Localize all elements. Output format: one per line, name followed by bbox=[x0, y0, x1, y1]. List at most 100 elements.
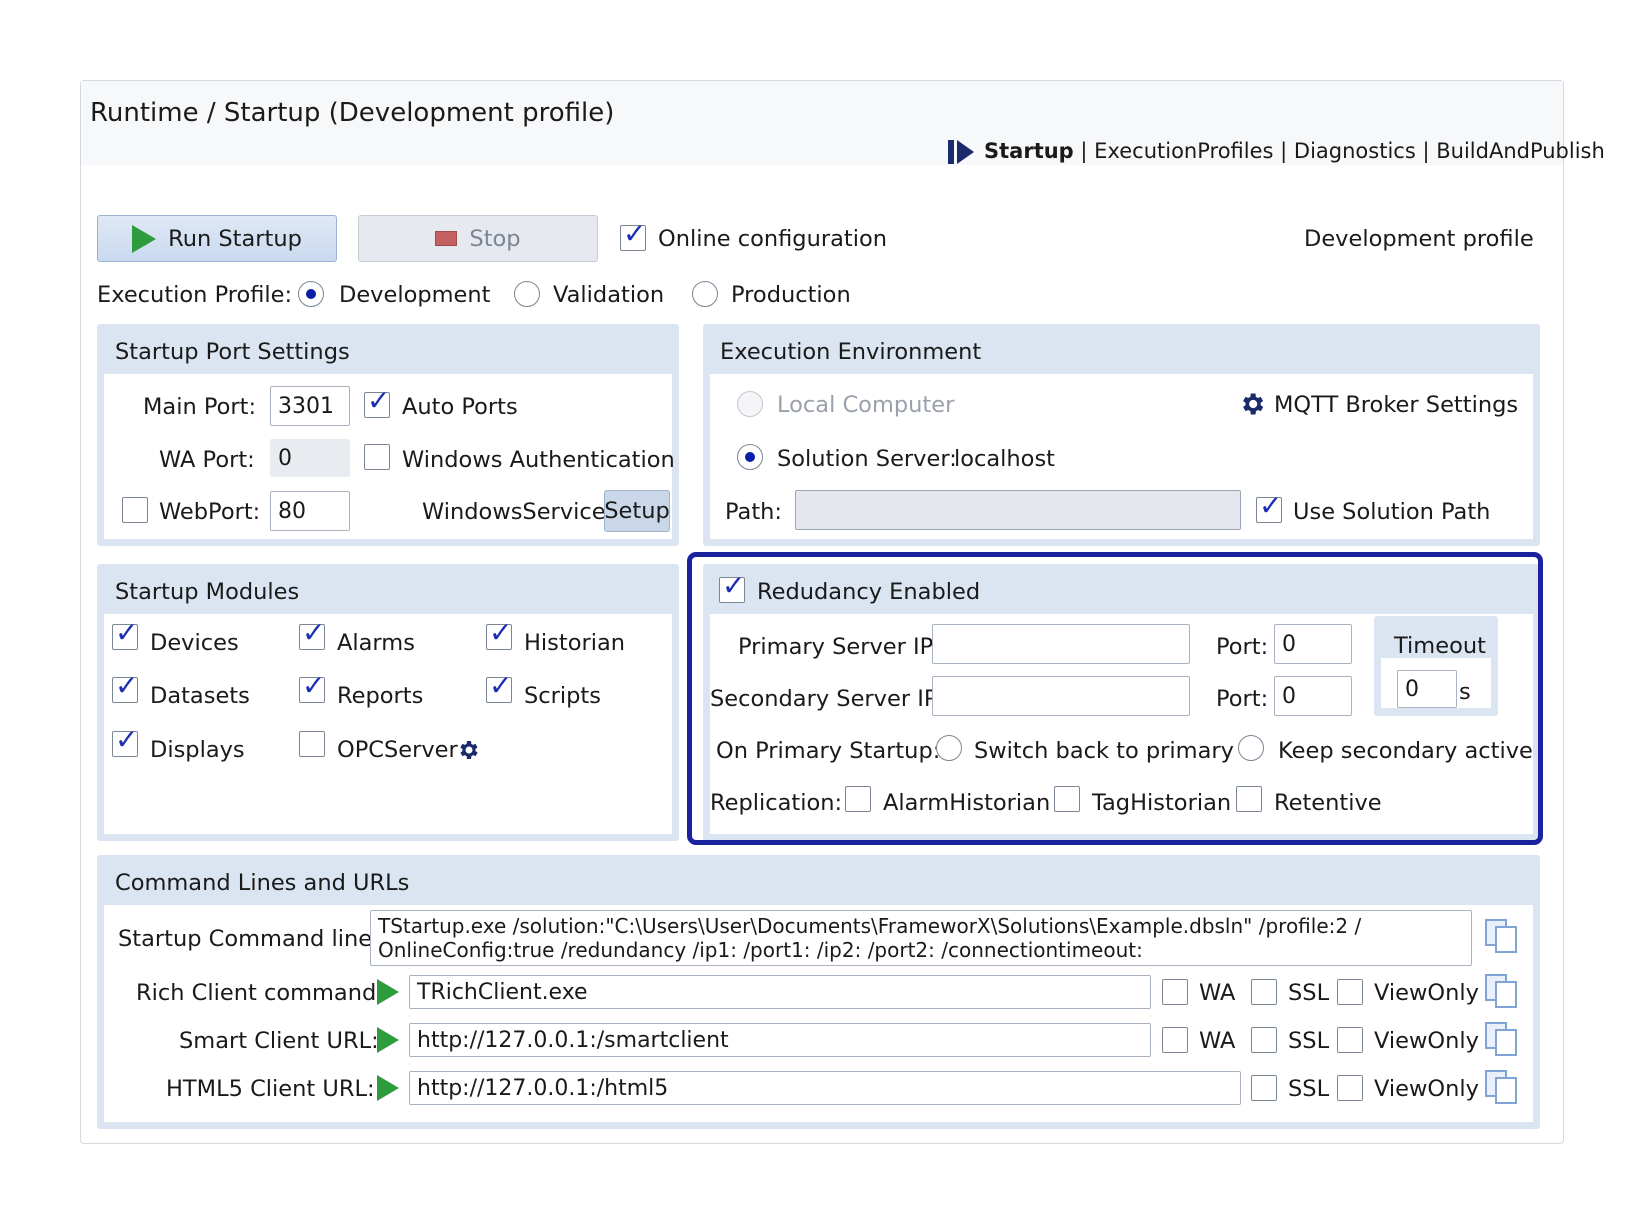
radio-solution-server[interactable] bbox=[737, 444, 763, 470]
on-primary-startup-label: On Primary Startup: bbox=[716, 738, 941, 764]
startup-modules-title: Startup Modules bbox=[115, 579, 300, 605]
replication-alarmhistorian-checkbox[interactable] bbox=[845, 786, 871, 812]
webport-checkbox[interactable] bbox=[122, 497, 148, 523]
main-port-input[interactable]: 3301 bbox=[270, 386, 350, 426]
smart-client-viewonly-checkbox[interactable] bbox=[1337, 1027, 1363, 1053]
timeout-input[interactable]: 0 bbox=[1397, 670, 1457, 708]
radio-production[interactable] bbox=[692, 281, 718, 307]
html5-client-ssl-checkbox[interactable] bbox=[1251, 1075, 1277, 1101]
rich-client-wa-checkbox[interactable] bbox=[1162, 979, 1188, 1005]
webport-input[interactable]: 80 bbox=[270, 491, 350, 531]
module-displays-checkbox[interactable] bbox=[112, 723, 138, 757]
port-settings-title: Startup Port Settings bbox=[115, 339, 350, 365]
webport-label: WebPort: bbox=[159, 499, 261, 525]
module-devices-label: Devices bbox=[150, 630, 239, 656]
nav-link-executionprofiles[interactable]: ExecutionProfiles bbox=[1094, 139, 1273, 163]
replication-taghistorian-label: TagHistorian bbox=[1092, 790, 1232, 816]
module-opcserver-label: OPCServer bbox=[337, 737, 458, 763]
html5-client-input[interactable]: http://127.0.0.1:/html5 bbox=[409, 1071, 1241, 1105]
module-alarms-label: Alarms bbox=[337, 630, 415, 656]
primary-port-input[interactable]: 0 bbox=[1274, 624, 1352, 664]
redundancy-enabled-label: Redudancy Enabled bbox=[757, 579, 981, 605]
play-icon[interactable] bbox=[377, 1027, 399, 1053]
module-reports-label: Reports bbox=[337, 683, 424, 709]
html5-client-viewonly-checkbox[interactable] bbox=[1337, 1075, 1363, 1101]
html5-client-ssl-label: SSL bbox=[1288, 1076, 1330, 1102]
copy-icon[interactable] bbox=[1484, 1069, 1520, 1105]
module-scripts-label: Scripts bbox=[524, 683, 601, 709]
wa-port-input[interactable]: 0 bbox=[270, 439, 350, 477]
nav-link-diagnostics[interactable]: Diagnostics bbox=[1294, 139, 1416, 163]
smart-client-wa-label: WA bbox=[1199, 1028, 1236, 1054]
radio-validation-label: Validation bbox=[553, 282, 665, 308]
module-reports-checkbox[interactable] bbox=[299, 669, 325, 703]
rich-client-viewonly-label: ViewOnly bbox=[1374, 980, 1479, 1006]
secondary-port-label: Port: bbox=[1216, 686, 1269, 712]
replication-label: Replication: bbox=[710, 790, 843, 816]
windows-service-label: WindowsService bbox=[422, 499, 606, 525]
path-label: Path: bbox=[725, 499, 783, 525]
radio-production-label: Production bbox=[731, 282, 851, 308]
play-icon[interactable] bbox=[377, 979, 399, 1005]
module-historian-checkbox[interactable] bbox=[486, 616, 512, 650]
rich-client-ssl-checkbox[interactable] bbox=[1251, 979, 1277, 1005]
stop-button[interactable]: Stop bbox=[358, 215, 598, 262]
startup-nav-icon bbox=[948, 140, 974, 164]
replication-taghistorian-checkbox[interactable] bbox=[1054, 786, 1080, 812]
radio-keep-secondary-active[interactable] bbox=[1238, 735, 1264, 761]
page-title: Runtime / Startup (Development profile) bbox=[90, 98, 615, 128]
timeout-unit: s bbox=[1459, 679, 1471, 705]
smart-client-viewonly-label: ViewOnly bbox=[1374, 1028, 1479, 1054]
rich-client-input[interactable]: TRichClient.exe bbox=[409, 975, 1151, 1009]
play-icon[interactable] bbox=[377, 1075, 399, 1101]
online-configuration-label: Online configuration bbox=[658, 226, 887, 252]
auto-ports-label: Auto Ports bbox=[402, 394, 518, 420]
switch-back-primary-label: Switch back to primary bbox=[974, 738, 1234, 764]
module-devices-checkbox[interactable] bbox=[112, 616, 138, 650]
nav-current-startup: Startup bbox=[984, 139, 1074, 163]
auto-ports-checkbox[interactable] bbox=[364, 384, 390, 418]
wa-port-label: WA Port: bbox=[159, 447, 255, 473]
path-input[interactable] bbox=[795, 490, 1241, 530]
gear-icon[interactable] bbox=[1238, 390, 1266, 418]
module-scripts-checkbox[interactable] bbox=[486, 669, 512, 703]
execution-profile-label: Execution Profile: bbox=[97, 282, 293, 308]
copy-icon[interactable] bbox=[1484, 973, 1520, 1009]
breadcrumb-nav: Startup | ExecutionProfiles | Diagnostic… bbox=[984, 139, 1605, 163]
smart-client-input[interactable]: http://127.0.0.1:/smartclient bbox=[409, 1023, 1151, 1057]
radio-switch-back-primary[interactable] bbox=[936, 735, 962, 761]
replication-retentive-checkbox[interactable] bbox=[1236, 786, 1262, 812]
radio-local-computer[interactable] bbox=[737, 391, 763, 417]
windows-authentication-checkbox[interactable] bbox=[364, 444, 390, 470]
module-alarms-checkbox[interactable] bbox=[299, 616, 325, 650]
use-solution-path-checkbox[interactable] bbox=[1256, 489, 1282, 523]
module-opcserver-checkbox[interactable] bbox=[299, 731, 325, 757]
copy-icon[interactable] bbox=[1484, 918, 1520, 954]
radio-development[interactable] bbox=[298, 281, 324, 307]
secondary-server-ip-input[interactable] bbox=[932, 676, 1190, 716]
online-configuration-checkbox[interactable] bbox=[620, 217, 646, 251]
module-datasets-checkbox[interactable] bbox=[112, 669, 138, 703]
copy-icon[interactable] bbox=[1484, 1021, 1520, 1057]
radio-validation[interactable] bbox=[514, 281, 540, 307]
profile-status: Development profile bbox=[1304, 226, 1534, 252]
nav-link-buildandpublish[interactable]: BuildAndPublish bbox=[1436, 139, 1605, 163]
use-solution-path-label: Use Solution Path bbox=[1293, 499, 1491, 525]
rich-client-viewonly-checkbox[interactable] bbox=[1337, 979, 1363, 1005]
smart-client-ssl-checkbox[interactable] bbox=[1251, 1027, 1277, 1053]
secondary-port-input[interactable]: 0 bbox=[1274, 676, 1352, 716]
gear-icon[interactable] bbox=[456, 738, 480, 762]
smart-client-ssl-label: SSL bbox=[1288, 1028, 1330, 1054]
startup-command-field[interactable]: TStartup.exe /solution:"C:\Users\User\Do… bbox=[370, 910, 1472, 966]
windows-authentication-label: Windows Authentication bbox=[402, 447, 675, 473]
module-historian-label: Historian bbox=[524, 630, 626, 656]
setup-button[interactable]: Setup bbox=[604, 490, 670, 532]
primary-server-ip-input[interactable] bbox=[932, 624, 1190, 664]
run-startup-button[interactable]: Run Startup bbox=[97, 215, 337, 262]
rich-client-wa-label: WA bbox=[1199, 980, 1236, 1006]
smart-client-wa-checkbox[interactable] bbox=[1162, 1027, 1188, 1053]
redundancy-enabled-checkbox[interactable] bbox=[719, 569, 745, 603]
stop-icon bbox=[435, 231, 458, 246]
mqtt-broker-settings-label[interactable]: MQTT Broker Settings bbox=[1274, 394, 1518, 417]
primary-server-ip-label: Primary Server IP: bbox=[738, 634, 941, 660]
